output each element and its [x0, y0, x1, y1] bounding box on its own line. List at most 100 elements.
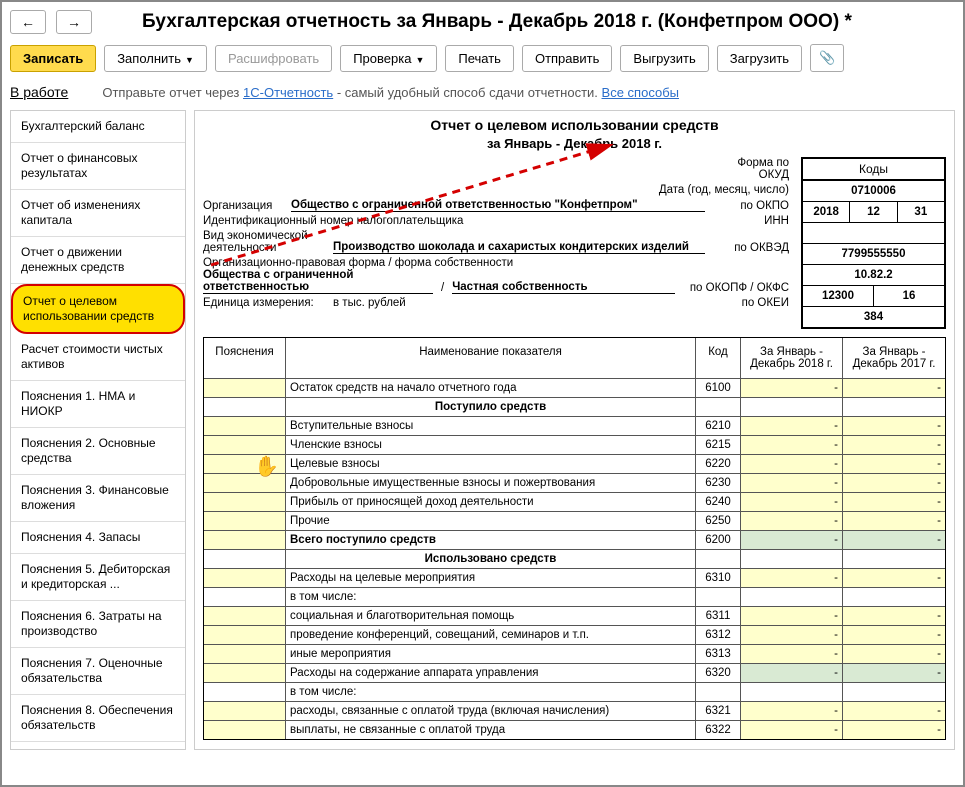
value-y2[interactable]: - — [843, 379, 945, 397]
value-y1[interactable]: - — [741, 702, 843, 720]
explanation-cell[interactable] — [204, 455, 286, 473]
write-button[interactable]: Записать — [10, 45, 96, 72]
sidebar-item[interactable]: Отчет о целевом использовании средств — [11, 284, 185, 334]
sidebar-item[interactable]: Пояснения 4. Запасы — [11, 522, 185, 554]
explanation-cell[interactable] — [204, 702, 286, 720]
value-y2[interactable]: - — [843, 664, 945, 682]
value-y2[interactable]: - — [843, 436, 945, 454]
explanation-cell[interactable] — [204, 417, 286, 435]
check-button[interactable]: Проверка▼ — [340, 45, 437, 72]
activity-value[interactable]: Производство шоколада и сахаристых конди… — [333, 241, 705, 254]
value-y1[interactable]: - — [741, 607, 843, 625]
value-y1[interactable]: - — [741, 379, 843, 397]
value-y1[interactable]: - — [741, 512, 843, 530]
value-y2[interactable]: - — [843, 702, 945, 720]
value-y2[interactable]: - — [843, 474, 945, 492]
sidebar-item[interactable]: Отчет об изменениях капитала — [11, 190, 185, 237]
export-button[interactable]: Выгрузить — [620, 45, 708, 72]
sidebar-item[interactable]: Расчет стоимости чистых активов — [11, 334, 185, 381]
explanation-cell[interactable] — [204, 512, 286, 530]
value-y2[interactable]: - — [843, 569, 945, 587]
sidebar-item[interactable]: Бухгалтерский баланс — [11, 111, 185, 143]
sidebar-item[interactable]: Отчет о финансовых результатах — [11, 143, 185, 190]
value-y2[interactable]: - — [843, 626, 945, 644]
okopf-v2[interactable]: 16 — [874, 286, 944, 306]
value-y2[interactable]: - — [843, 493, 945, 511]
value-y1[interactable]: - — [741, 474, 843, 492]
explanation-cell[interactable] — [204, 721, 286, 739]
date-label: Дата (год, месяц, число) — [635, 184, 795, 196]
explanation-cell[interactable] — [204, 626, 286, 644]
org-value[interactable]: Общество с ограниченной ответственностью… — [291, 199, 705, 212]
sidebar-item[interactable]: Пояснения 5. Дебиторская и кредиторская … — [11, 554, 185, 601]
value-y1[interactable]: - — [741, 455, 843, 473]
explanation-cell[interactable] — [204, 379, 286, 397]
value-y1[interactable]: - — [741, 626, 843, 644]
explanation-cell[interactable] — [204, 664, 286, 682]
sidebar-item[interactable]: Пояснения 1. НМА и НИОКР — [11, 381, 185, 428]
paperclip-icon: 📎 — [819, 50, 835, 65]
import-button[interactable]: Загрузить — [717, 45, 802, 72]
value-y1[interactable]: - — [741, 645, 843, 663]
sidebar-item[interactable]: Пояснения 3. Финансовые вложения — [11, 475, 185, 522]
value-y1[interactable]: - — [741, 436, 843, 454]
form-v2[interactable]: Частная собственность — [452, 281, 675, 294]
value-y1[interactable]: - — [741, 664, 843, 682]
indicator-name: проведение конференций, совещаний, семин… — [286, 626, 696, 644]
code-cell: 6215 — [696, 436, 741, 454]
col-year1: За Январь - Декабрь 2018 г. — [741, 338, 843, 378]
explanation-cell[interactable] — [204, 474, 286, 492]
explanation-cell[interactable] — [204, 607, 286, 625]
page-title: Бухгалтерская отчетность за Январь - Дек… — [142, 11, 852, 33]
value-y1[interactable]: - — [741, 493, 843, 511]
value-y1[interactable]: - — [741, 721, 843, 739]
decode-button[interactable]: Расшифровать — [215, 45, 332, 72]
sheet-row: в том числе: — [204, 683, 945, 702]
value-y2[interactable]: - — [843, 721, 945, 739]
code-cell: 6320 — [696, 664, 741, 682]
forward-button[interactable]: → — [56, 10, 92, 34]
value-y2[interactable]: - — [843, 607, 945, 625]
value-y2[interactable]: - — [843, 417, 945, 435]
explanation-cell[interactable] — [204, 493, 286, 511]
value-y1[interactable]: - — [741, 417, 843, 435]
sidebar-item[interactable]: Пояснения 8. Обеспечения обязательств — [11, 695, 185, 742]
okud-label: Форма по ОКУД — [705, 157, 795, 181]
print-button[interactable]: Печать — [445, 45, 514, 72]
explanation-cell[interactable] — [204, 569, 286, 587]
explanation-cell[interactable] — [204, 531, 286, 549]
back-button[interactable]: ← — [10, 10, 46, 34]
value-y2[interactable]: - — [843, 645, 945, 663]
okved-value[interactable]: 10.82.2 — [803, 265, 944, 285]
attach-button[interactable]: 📎 — [810, 44, 844, 72]
okpo-value[interactable] — [803, 223, 944, 243]
sidebar-item[interactable]: Отчет о движении денежных средств — [11, 237, 185, 284]
value-y1[interactable]: - — [741, 569, 843, 587]
value-y2[interactable]: - — [843, 531, 945, 549]
sidebar-item[interactable]: Пояснения 7. Оценочные обязательства — [11, 648, 185, 695]
status-row: В работе Отправьте отчет через 1С-Отчетн… — [10, 84, 955, 100]
indicator-name: Прочие — [286, 512, 696, 530]
chevron-down-icon: ▼ — [415, 55, 424, 65]
okopf-v1[interactable]: 12300 — [803, 286, 874, 306]
code-cell: 6311 — [696, 607, 741, 625]
value-y1[interactable]: - — [741, 531, 843, 549]
link-all-ways[interactable]: Все способы — [602, 85, 679, 100]
link-1c[interactable]: 1С-Отчетность — [243, 85, 333, 100]
status-label[interactable]: В работе — [10, 84, 68, 100]
fill-button[interactable]: Заполнить▼ — [104, 45, 207, 72]
sidebar-item[interactable]: Пояснения 6. Затраты на производство — [11, 601, 185, 648]
okpo-label: по ОКПО — [705, 200, 795, 212]
code-cell: 6200 — [696, 531, 741, 549]
explanation-cell[interactable] — [204, 436, 286, 454]
form-v1[interactable]: Общества с ограниченной ответственностью — [203, 269, 433, 294]
sheet-row: Поступило средств — [204, 398, 945, 417]
inn-value[interactable]: 7799555550 — [803, 244, 944, 264]
value-y2[interactable]: - — [843, 512, 945, 530]
explanation-cell[interactable] — [204, 645, 286, 663]
sheet-row: Членские взносы6215-- — [204, 436, 945, 455]
value-y2[interactable]: - — [843, 455, 945, 473]
sidebar-item[interactable]: Пояснения 2. Основные средства — [11, 428, 185, 475]
send-button[interactable]: Отправить — [522, 45, 612, 72]
okved-label: по ОКВЭД — [705, 242, 795, 254]
